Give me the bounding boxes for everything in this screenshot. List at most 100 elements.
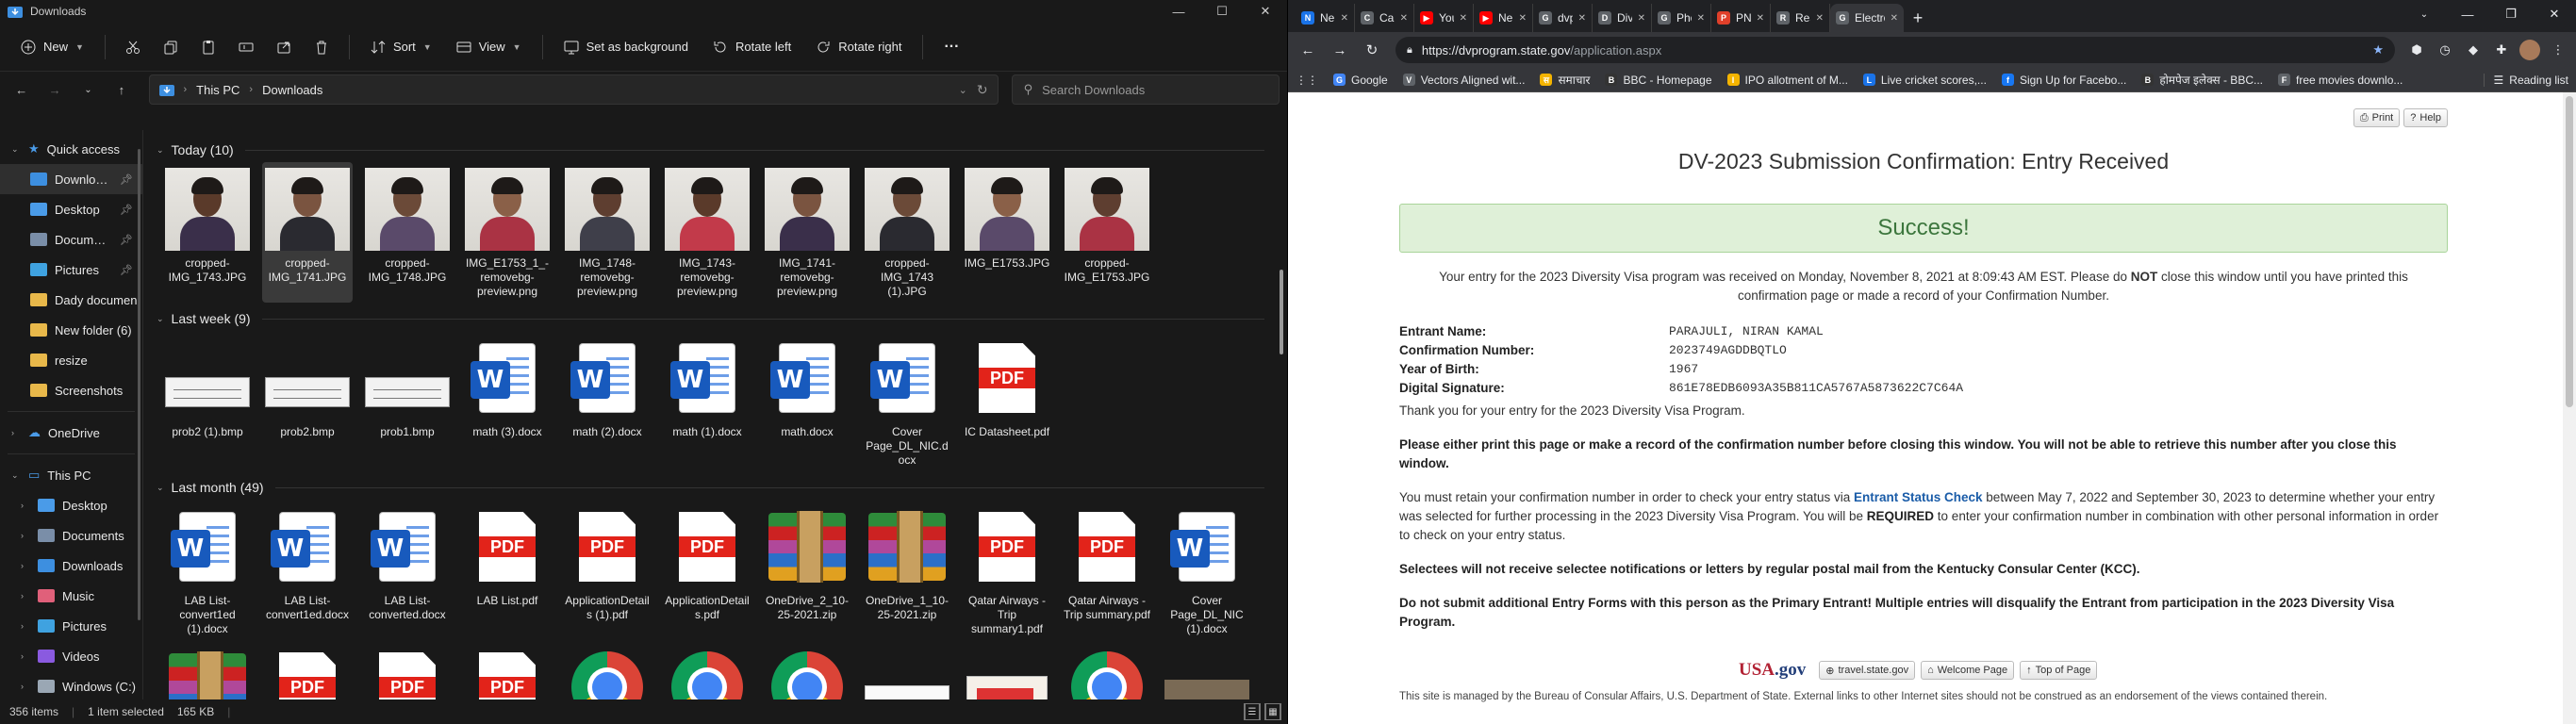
close-icon[interactable]: ✕ xyxy=(1400,13,1408,24)
file-item[interactable]: cropped-IMG_1743 (1).JPG xyxy=(862,162,952,303)
nav-item-dady-documen[interactable]: Dady documen xyxy=(0,285,142,315)
large-icons-view-button[interactable]: ▦ xyxy=(1264,703,1281,720)
file-item[interactable]: PDF ApplicationDetails.pdf xyxy=(662,500,752,640)
up-button[interactable]: ↑ xyxy=(107,75,135,104)
rotate-left-button[interactable]: Rotate left xyxy=(703,31,801,63)
reading-list-button[interactable]: ☰ Reading list xyxy=(2483,73,2568,87)
recent-locations-button[interactable]: ⌄ xyxy=(74,75,102,104)
bookmark-item[interactable]: स समाचार xyxy=(1540,72,1590,88)
close-button[interactable]: ✕ xyxy=(1244,0,1287,23)
nav-item-downloads[interactable]: › Downloads xyxy=(0,551,142,581)
chevron-down-icon[interactable]: ⌄ xyxy=(959,84,967,96)
tab-nepse-c[interactable]: N Nepse C ✕ xyxy=(1296,4,1355,32)
maximize-button[interactable]: ☐ xyxy=(1200,0,1244,23)
nav-item-music[interactable]: › Music xyxy=(0,581,142,611)
file-item[interactable]: PDF xyxy=(262,640,353,699)
nav-item-pictures[interactable]: › Pictures xyxy=(0,611,142,641)
file-item[interactable] xyxy=(762,640,852,699)
more-options-button[interactable]: ··· xyxy=(934,31,968,63)
profile-avatar[interactable] xyxy=(2518,38,2542,62)
tab-search-button[interactable]: ⌄ xyxy=(2403,0,2446,28)
file-item[interactable]: W Cover Page_DL_NIC (1).docx xyxy=(1162,500,1252,640)
file-item[interactable]: cropped-IMG_1743.JPG xyxy=(162,162,253,303)
file-item[interactable]: PDF ApplicationDetails (1).pdf xyxy=(562,500,652,640)
menu-kebab-icon[interactable]: ⋮ xyxy=(2546,38,2570,62)
nav-item-screenshots[interactable]: Screenshots xyxy=(0,375,142,405)
file-item[interactable]: Wmath (2).docx xyxy=(562,331,652,471)
apps-grid-icon[interactable]: ⋮⋮ xyxy=(1296,74,1318,87)
file-item[interactable]: cropped-IMG_E1753.JPG xyxy=(1062,162,1152,303)
minimize-button[interactable]: — xyxy=(1157,0,1200,23)
back-button[interactable]: ← xyxy=(1294,36,1322,64)
file-item[interactable]: prob1.bmp xyxy=(362,331,453,471)
view-button[interactable]: View ▼ xyxy=(447,31,531,63)
bookmark-item[interactable]: Ffree movies downlo... xyxy=(2278,72,2403,88)
nav-item-windows-c-[interactable]: › Windows (C:) xyxy=(0,671,142,701)
bookmark-item[interactable]: I IPO allotment of M... xyxy=(1726,72,1848,88)
refresh-icon[interactable]: ↻ xyxy=(977,82,988,98)
close-icon[interactable]: ✕ xyxy=(1816,13,1824,24)
file-item[interactable]: IMG_1748-removebg-preview.png xyxy=(562,162,652,303)
nav-item-downloads[interactable]: Downloads 📌︎ xyxy=(0,164,142,194)
details-view-button[interactable]: ☰ xyxy=(1244,703,1261,720)
nav-item-new-folder-6-[interactable]: New folder (6) xyxy=(0,315,142,345)
file-item[interactable]: prob2.bmp xyxy=(262,331,353,471)
entrant-status-check-link[interactable]: Entrant Status Check xyxy=(1854,490,1983,504)
minimize-button[interactable]: — xyxy=(2446,0,2489,28)
scrollbar-thumb[interactable] xyxy=(2566,96,2573,407)
bookmark-item[interactable]: G Google xyxy=(1333,72,1388,88)
file-item[interactable] xyxy=(562,640,652,699)
tab-resize-a[interactable]: R Resize a ✕ xyxy=(1771,4,1830,32)
breadcrumb-downloads[interactable]: Downloads xyxy=(262,83,322,97)
bookmark-item[interactable]: B होमपेज इलेक्स - BBC... xyxy=(2141,72,2263,88)
bookmark-item[interactable]: L Live cricket scores,... xyxy=(1862,72,1987,88)
file-item[interactable] xyxy=(962,640,1052,699)
file-item[interactable]: prob2 (1).bmp xyxy=(162,331,253,471)
bookmark-item[interactable]: V Vectors Aligned wit... xyxy=(1402,72,1525,88)
file-item[interactable]: PDF Qatar Airways - Trip summary.pdf xyxy=(1062,500,1152,640)
travel-state-gov-link[interactable]: ⊕ travel.state.gov xyxy=(1819,661,1916,680)
nav-item-documents[interactable]: › Documents xyxy=(0,520,142,551)
file-item[interactable] xyxy=(1062,640,1152,699)
file-item[interactable]: cropped-IMG_1748.JPG xyxy=(362,162,453,303)
close-icon[interactable]: ✕ xyxy=(1697,13,1705,24)
file-item[interactable]: IMG_E1753_1_-removebg-preview.png xyxy=(462,162,553,303)
forward-button[interactable]: → xyxy=(41,75,68,104)
nav-scrollbar[interactable] xyxy=(138,149,140,620)
file-list-scrollbar[interactable] xyxy=(1280,270,1283,354)
file-item[interactable]: W LAB List-convert1ed (1).docx xyxy=(162,500,253,640)
close-icon[interactable]: ✕ xyxy=(1460,13,1467,24)
file-item[interactable]: IMG_1743-removebg-preview.png xyxy=(662,162,752,303)
nav-quick-access[interactable]: ⌄ ★ Quick access xyxy=(0,134,142,164)
path-box[interactable]: › This PC › Downloads ⌄ ↻ xyxy=(148,74,999,105)
nav-item-desktop[interactable]: Desktop 📌︎ xyxy=(0,194,142,224)
puzzle-icon[interactable]: ✚ xyxy=(2489,38,2514,62)
close-button[interactable]: ✕ xyxy=(2533,0,2576,28)
close-icon[interactable]: ✕ xyxy=(1757,13,1764,24)
search-input[interactable]: ⚲ Search Downloads xyxy=(1011,74,1280,105)
file-item[interactable]: PDF LAB List.pdf xyxy=(462,500,553,640)
bookmark-star-icon[interactable]: ★ xyxy=(2372,42,2384,58)
share-button[interactable] xyxy=(268,31,300,63)
new-button[interactable]: New ▼ xyxy=(11,31,93,63)
file-item[interactable]: W Cover Page_DL_NIC.docx xyxy=(862,331,952,471)
file-item[interactable]: Wmath (3).docx xyxy=(462,331,553,471)
page-scrollbar[interactable] xyxy=(2563,92,2576,724)
new-tab-button[interactable]: + xyxy=(1904,4,1932,32)
file-item[interactable]: PDF IC Datasheet.pdf xyxy=(962,331,1052,471)
file-item[interactable]: IMG_1741-removebg-preview.png xyxy=(762,162,852,303)
tab-photo-t[interactable]: G Photo-t ✕ xyxy=(1652,4,1711,32)
file-item[interactable]: Wmath (1).docx xyxy=(662,331,752,471)
group-header-today[interactable]: ⌄ Today (10) xyxy=(157,138,1287,162)
tab-dvprogr[interactable]: Gdvprogr ✕ xyxy=(1533,4,1593,32)
extension-history-icon[interactable]: ◷ xyxy=(2433,38,2457,62)
close-icon[interactable]: ✕ xyxy=(1891,13,1898,24)
extension-adblock-icon[interactable]: ⬢ xyxy=(2404,38,2429,62)
nav-item-videos[interactable]: › Videos xyxy=(0,641,142,671)
cut-button[interactable] xyxy=(117,31,149,63)
file-item[interactable]: cropped-IMG_1741.JPG xyxy=(262,162,353,303)
forward-button[interactable]: → xyxy=(1326,36,1354,64)
nav-item-desktop[interactable]: › Desktop xyxy=(0,490,142,520)
extension-translate-icon[interactable]: ◆ xyxy=(2461,38,2485,62)
delete-button[interactable] xyxy=(305,31,338,63)
